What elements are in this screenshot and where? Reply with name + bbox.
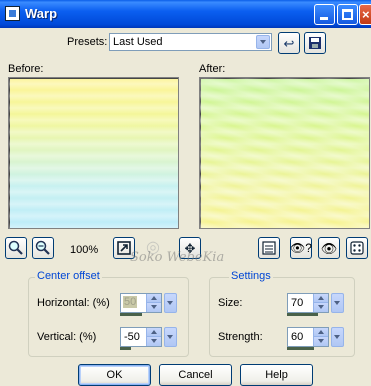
reset-preset-icon: ↩ [283,35,295,51]
eye-icon: 👁 [320,240,338,256]
zoom-level: 100% [70,244,99,256]
horizontal-value: 50 [123,296,138,308]
save-preset-button[interactable] [304,32,326,54]
strength-up[interactable] [313,328,328,337]
maximize-button[interactable] [337,4,358,25]
dice-icon [347,238,367,258]
before-label: Before: [8,63,44,75]
horizontal-input[interactable]: 50 [120,293,162,313]
size-up[interactable] [313,294,328,303]
vertical-down[interactable] [146,337,161,346]
center-offset-title: Center offset [35,270,102,282]
horizontal-dropdown[interactable] [164,293,177,313]
chevron-down-icon[interactable] [256,35,270,49]
horizontal-up[interactable] [146,294,161,303]
size-down[interactable] [313,303,328,312]
vertical-value: -50 [124,331,140,343]
after-label: After: [199,63,226,75]
vertical-dropdown[interactable] [164,327,177,347]
toggle-preview-icon [259,238,279,258]
reset-preset-button[interactable]: ↩ [278,32,300,54]
vertical-up[interactable] [146,328,161,337]
size-dropdown[interactable] [331,293,344,313]
save-preset-icon [305,33,325,53]
vertical-input[interactable]: -50 [120,327,162,347]
size-slider[interactable] [287,313,318,316]
close-button[interactable]: × [359,4,371,25]
zoom-in-button[interactable] [5,237,27,259]
window-title: Warp [25,6,58,21]
auto-proof-button[interactable]: 👁 [318,237,340,259]
vertical-slider[interactable] [120,347,131,350]
settings-title: Settings [229,270,273,282]
title-bar: Warp × [0,0,371,28]
after-preview [199,77,370,229]
ok-button[interactable]: OK [78,364,151,386]
watermark: Soko WebeKia [130,250,225,265]
minimize-button[interactable] [314,4,335,25]
toggle-preview-button[interactable] [258,237,280,259]
strength-slider[interactable] [287,347,314,350]
zoom-out-button[interactable] [32,237,54,259]
cancel-button[interactable]: Cancel [159,364,232,386]
randomize-button[interactable]: 👁? [290,237,312,259]
dice-button[interactable] [346,237,368,259]
size-value: 70 [291,297,304,309]
vertical-label: Vertical: (%) [37,331,97,343]
horizontal-slider[interactable] [120,313,142,316]
size-label: Size: [218,297,243,309]
size-input[interactable]: 70 [287,293,329,313]
minimize-icon [320,17,328,20]
before-preview[interactable] [8,77,179,229]
strength-down[interactable] [313,337,328,346]
presets-label: Presets: [67,36,108,48]
zoom-in-icon [6,238,26,258]
app-icon[interactable] [5,6,20,21]
help-button[interactable]: Help [240,364,313,386]
presets-dropdown[interactable]: Last Used [109,33,272,51]
close-icon: × [362,7,370,22]
maximize-icon [342,9,353,20]
strength-input[interactable]: 60 [287,327,329,347]
strength-dropdown[interactable] [331,327,344,347]
zoom-out-icon [33,238,53,258]
randomize-icon: 👁? [290,241,312,255]
strength-value: 60 [291,331,304,343]
horizontal-label: Horizontal: (%) [37,297,110,309]
strength-label: Strength: [218,331,263,343]
presets-value: Last Used [113,36,163,48]
horizontal-down[interactable] [146,303,161,312]
